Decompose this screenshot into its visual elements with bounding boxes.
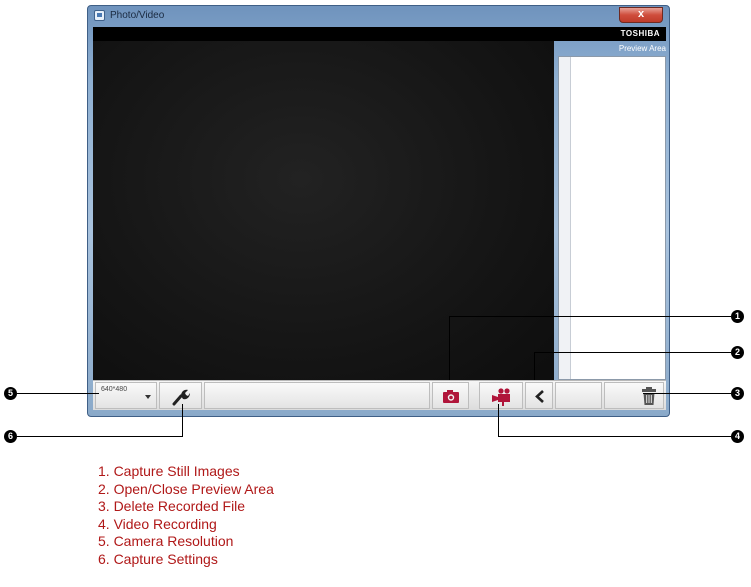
callout-line-4: [498, 436, 731, 437]
video-camera-icon: [492, 388, 510, 406]
legend-list: 1. Capture Still Images 2. Open/Close Pr…: [98, 463, 274, 568]
resolution-value: 640*480: [101, 386, 128, 393]
legend-item: 4. Video Recording: [98, 515, 217, 532]
callout-line-2: [534, 352, 535, 380]
callout-line-2: [534, 352, 731, 353]
wrench-icon: [172, 389, 190, 406]
callout-line-1: [449, 316, 731, 317]
brand-logo: TOSHIBA: [620, 29, 660, 38]
resolution-select[interactable]: 640*480: [95, 382, 157, 409]
callout-badge-5: 5: [4, 387, 17, 400]
preview-area-panel: [558, 56, 666, 380]
callout-line-4: [498, 404, 499, 437]
callout-line-5: [17, 393, 99, 394]
app-window: Photo/Video x TOSHIBA Preview Area 640*4…: [87, 5, 670, 417]
toolbar-spacer: [204, 382, 430, 409]
legend-item: 5. Camera Resolution: [98, 533, 234, 549]
capture-still-button[interactable]: [432, 382, 469, 409]
video-record-button[interactable]: [479, 382, 523, 409]
camera-toolbar: 640*480: [93, 380, 666, 410]
close-button[interactable]: x: [619, 7, 663, 23]
camera-icon: [443, 390, 459, 403]
callout-line-1: [449, 316, 450, 380]
callout-badge-4: 4: [731, 430, 744, 443]
capture-settings-button[interactable]: [159, 382, 202, 409]
app-icon: [94, 10, 105, 21]
callout-badge-6: 6: [4, 430, 17, 443]
callout-line-6: [17, 436, 183, 437]
chevron-down-icon: [145, 395, 151, 399]
legend-item: 3. Delete Recorded File: [98, 498, 246, 514]
toggle-preview-button[interactable]: [525, 382, 553, 409]
preview-scrollbar[interactable]: [559, 57, 571, 379]
title-bar[interactable]: Photo/Video x: [88, 6, 669, 26]
callout-badge-2: 2: [731, 346, 744, 359]
legend-item: 2. Open/Close Preview Area: [98, 480, 274, 497]
chevron-left-icon: [535, 390, 544, 403]
callout-line-6: [182, 404, 183, 437]
trash-icon: [642, 387, 656, 405]
preview-area-label: Preview Area: [618, 44, 666, 53]
window-title: Photo/Video: [110, 10, 165, 21]
toolbar-spacer: [555, 382, 602, 409]
delete-file-button[interactable]: [604, 382, 664, 409]
callout-badge-3: 3: [731, 387, 744, 400]
callout-badge-1: 1: [731, 310, 744, 323]
legend-item: 1. Capture Still Images: [98, 463, 240, 479]
callout-line-3: [643, 393, 731, 394]
camera-preview-viewport: [93, 41, 554, 386]
legend-item: 6. Capture Settings: [98, 550, 218, 567]
brand-bar: TOSHIBA: [93, 27, 666, 41]
